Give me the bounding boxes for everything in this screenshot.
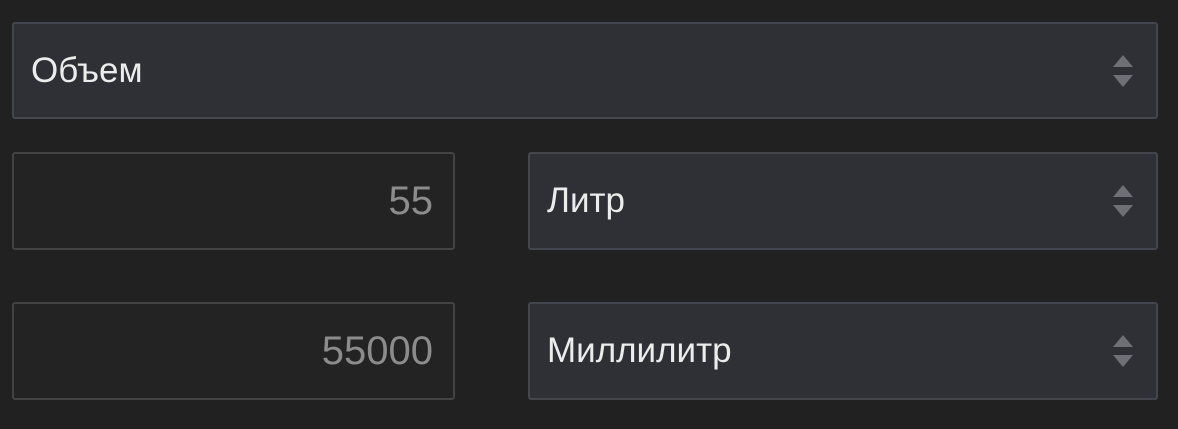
sort-arrows-icon (1113, 54, 1133, 87)
sort-arrows-icon (1113, 335, 1133, 367)
quantity-type-select[interactable]: Объем (12, 22, 1158, 119)
unit-select-2-label: Миллилитр (547, 331, 732, 370)
value-input-1-text: 55 (388, 178, 434, 223)
value-input-2-text: 55000 (321, 328, 433, 373)
unit-select-1[interactable]: Литр (528, 152, 1158, 250)
quantity-type-label: Объем (31, 50, 143, 90)
value-input-1[interactable]: 55 (12, 152, 455, 250)
unit-select-2[interactable]: Миллилитр (528, 302, 1158, 400)
sort-arrows-icon (1113, 185, 1133, 217)
value-input-2[interactable]: 55000 (12, 302, 455, 400)
unit-select-1-label: Литр (547, 181, 626, 220)
